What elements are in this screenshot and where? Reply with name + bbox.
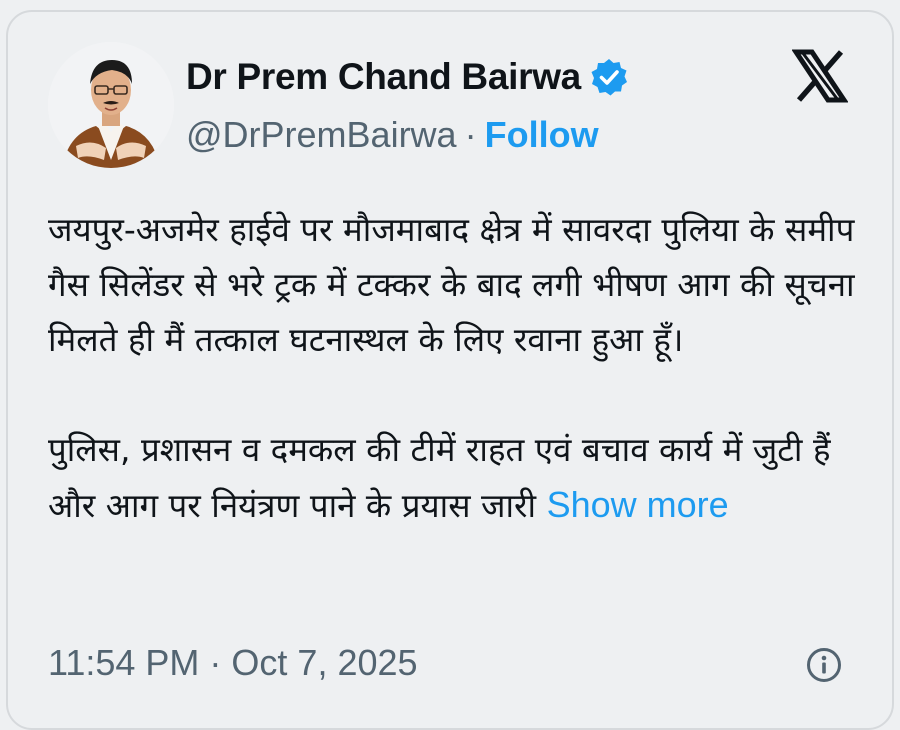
tweet-text: जयपुर-अजमेर हाईवे पर मौजमाबाद क्षेत्र मे…	[48, 202, 858, 533]
display-name[interactable]: Dr Prem Chand Bairwa	[186, 56, 581, 98]
x-logo-icon[interactable]	[792, 48, 848, 104]
tweet-paragraph: जयपुर-अजमेर हाईवे पर मौजमाबाद क्षेत्र मे…	[48, 210, 855, 359]
separator-dot: ·	[464, 114, 477, 155]
avatar[interactable]	[48, 42, 174, 168]
author-handle-row: @DrPremBairwa · Follow	[186, 114, 599, 156]
author-name-row: Dr Prem Chand Bairwa	[186, 56, 629, 98]
info-icon[interactable]	[805, 646, 843, 684]
tweet-card[interactable]: Dr Prem Chand Bairwa @DrPremBairwa · Fol…	[6, 10, 894, 730]
author-handle[interactable]: @DrPremBairwa	[186, 114, 457, 156]
tweet-timestamp[interactable]: 11:54 PM · Oct 7, 2025	[48, 642, 418, 684]
tweet-paragraph-2: पुलिस, प्रशासन व दमकल की टीमें राहत एवं …	[48, 422, 858, 533]
verified-badge-icon	[591, 59, 627, 96]
follow-button[interactable]: Follow	[485, 114, 599, 156]
show-more-link[interactable]: Show more	[547, 484, 729, 525]
